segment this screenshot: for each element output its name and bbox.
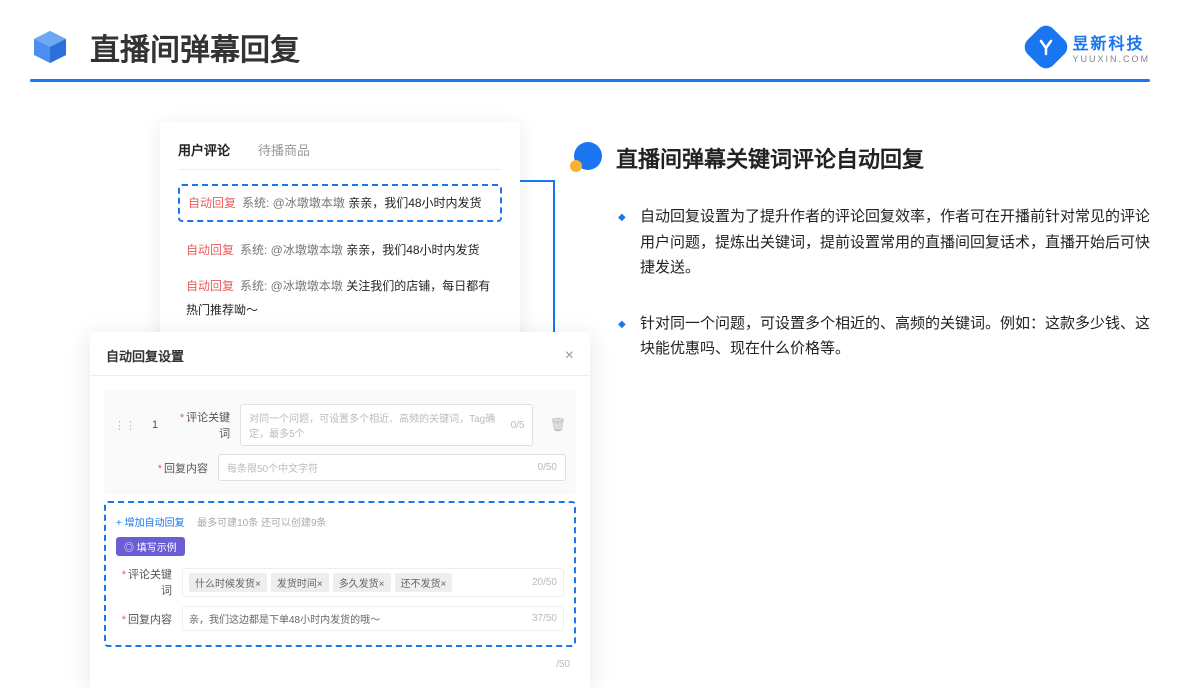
cube-icon xyxy=(30,27,70,67)
header: 直播间弹幕回复 昱新科技 YUUXIN.COM xyxy=(0,0,1180,79)
chat-bubble-icon xyxy=(570,142,602,174)
settings-title: 自动回复设置 xyxy=(106,346,184,365)
example-reply-input: 亲，我们这边都是下单48小时内发货的哦～ 37/50 xyxy=(182,606,564,631)
rule-index: 1 xyxy=(146,419,164,431)
section-heading: 直播间弹幕关键词评论自动回复 xyxy=(616,142,924,174)
add-rule-link[interactable]: + 增加自动回复 xyxy=(116,518,185,529)
brand-logo: 昱新科技 YUUXIN.COM xyxy=(1028,29,1150,65)
bullet-item: 自动回复设置为了提升作者的评论回复效率，作者可在开播前针对常见的评论用户问题，提… xyxy=(640,204,1150,281)
keyword-input[interactable]: 对同一个问题，可设置多个相近、高频的关键词，Tag确定，最多5个 0/5 xyxy=(240,404,533,446)
comment-row: 自动回复系统: @冰墩墩本墩 亲亲，我们48小时内发货 xyxy=(178,232,502,268)
settings-card: 自动回复设置 × ⋮⋮ 1 *评论关键词 对同一个问题，可设置多个相近、高频的关… xyxy=(90,332,590,688)
tab-user-comments[interactable]: 用户评论 xyxy=(178,140,230,159)
brand-cn: 昱新科技 xyxy=(1072,30,1150,54)
tab-pending-goods[interactable]: 待播商品 xyxy=(258,140,310,159)
reply-input[interactable]: 每条限50个中文字符 0/50 xyxy=(218,454,566,481)
close-icon[interactable]: × xyxy=(565,347,574,365)
example-badge: ◎ 填写示例 xyxy=(116,537,185,556)
example-keyword-input: 什么时候发货×发货时间×多久发货×还不发货× 20/50 xyxy=(182,568,564,597)
logo-mark-icon xyxy=(1021,22,1072,73)
highlighted-comment: 自动回复系统: @冰墩墩本墩 亲亲，我们48小时内发货 xyxy=(178,184,502,222)
trash-icon[interactable]: 🗑 xyxy=(549,417,566,433)
page-title: 直播间弹幕回复 xyxy=(90,25,300,69)
comment-row: 自动回复系统: @冰墩墩本墩 关注我们的店铺，每日都有热门推荐呦～ xyxy=(178,268,502,328)
bullet-item: 针对同一个问题，可设置多个相近的、高频的关键词。例如：这款多少钱、这块能优惠吗、… xyxy=(640,311,1150,362)
brand-en: YUUXIN.COM xyxy=(1072,54,1150,64)
example-box: + 增加自动回复 最多可建10条 还可以创建9条 ◎ 填写示例 *评论关键词 什… xyxy=(104,501,576,647)
auto-reply-tag: 自动回复 xyxy=(188,196,236,210)
